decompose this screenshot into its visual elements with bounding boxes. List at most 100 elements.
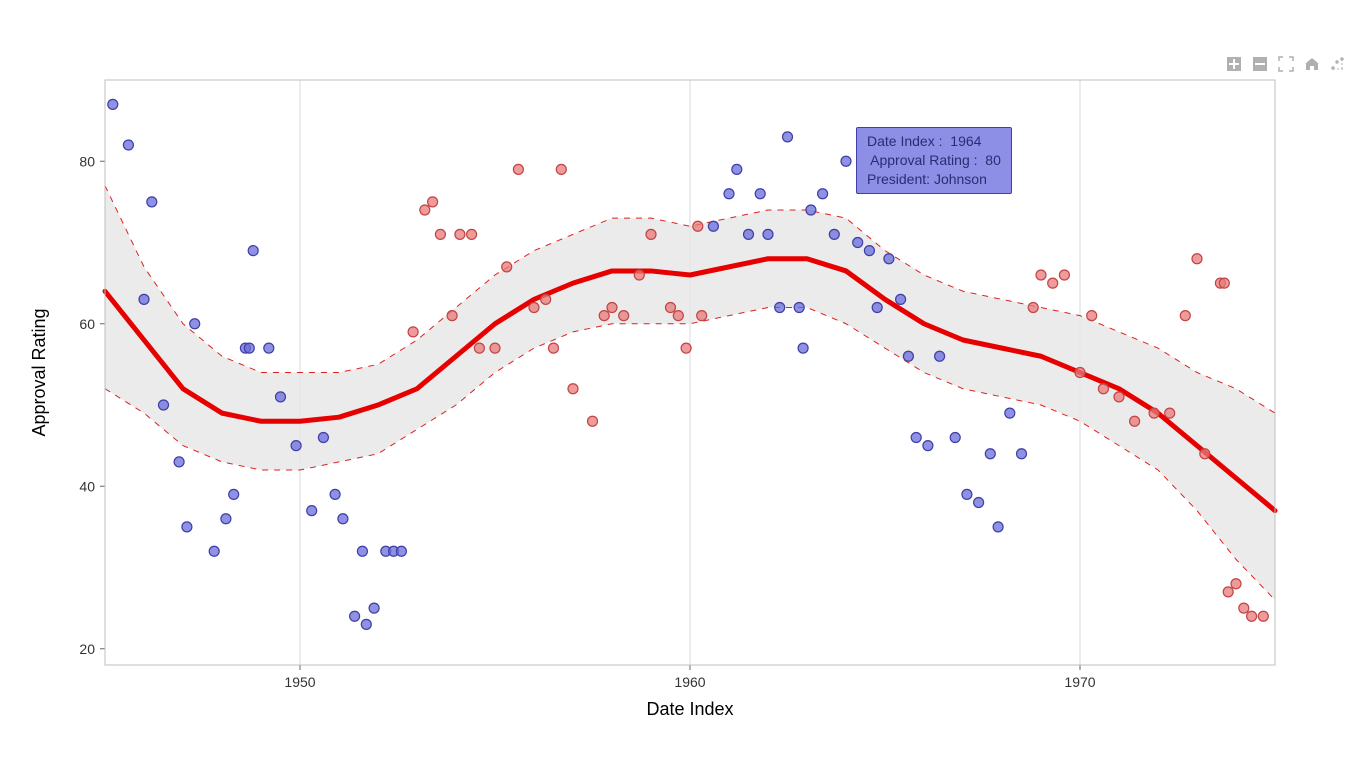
scatter-point[interactable] — [1149, 408, 1159, 418]
scatter-point[interactable] — [950, 433, 960, 443]
scatter-point[interactable] — [755, 189, 765, 199]
scatter-point[interactable] — [513, 164, 523, 174]
scatter-point[interactable] — [1048, 278, 1058, 288]
zoom-out-button[interactable] — [1250, 55, 1270, 73]
scatter-point[interactable] — [248, 246, 258, 256]
scatter-point[interactable] — [829, 229, 839, 239]
scatter-point[interactable] — [1075, 368, 1085, 378]
scatter-point[interactable] — [962, 489, 972, 499]
scatter-point[interactable] — [1087, 311, 1097, 321]
scatter-point[interactable] — [911, 433, 921, 443]
scatter-point[interactable] — [841, 156, 851, 166]
scatter-point[interactable] — [221, 514, 231, 524]
scatter-point[interactable] — [985, 449, 995, 459]
scatter-point[interactable] — [619, 311, 629, 321]
scatter-point[interactable] — [903, 351, 913, 361]
scatter-point[interactable] — [264, 343, 274, 353]
scatter-point[interactable] — [872, 303, 882, 313]
scatter-point[interactable] — [1247, 611, 1257, 621]
scatter-point[interactable] — [428, 197, 438, 207]
scatter-point[interactable] — [357, 546, 367, 556]
scatter-point[interactable] — [896, 294, 906, 304]
scatter-point[interactable] — [229, 489, 239, 499]
chart-svg[interactable]: 19501960197020406080Date IndexApproval R… — [0, 0, 1366, 768]
scatter-point[interactable] — [1036, 270, 1046, 280]
scatter-point[interactable] — [455, 229, 465, 239]
scatter-point[interactable] — [474, 343, 484, 353]
scatter-point[interactable] — [338, 514, 348, 524]
scatter-point[interactable] — [1005, 408, 1015, 418]
autoscale-button[interactable] — [1276, 55, 1296, 73]
scatter-point[interactable] — [806, 205, 816, 215]
scatter-point[interactable] — [1231, 579, 1241, 589]
toggle-spike-lines-button[interactable] — [1328, 55, 1348, 73]
scatter-point[interactable] — [923, 441, 933, 451]
scatter-point[interactable] — [490, 343, 500, 353]
reset-axes-button[interactable] — [1302, 55, 1322, 73]
scatter-point[interactable] — [556, 164, 566, 174]
scatter-point[interactable] — [467, 229, 477, 239]
scatter-point[interactable] — [763, 229, 773, 239]
scatter-point[interactable] — [974, 498, 984, 508]
scatter-point[interactable] — [724, 189, 734, 199]
scatter-point[interactable] — [190, 319, 200, 329]
scatter-point[interactable] — [783, 132, 793, 142]
scatter-point[interactable] — [1098, 384, 1108, 394]
scatter-point[interactable] — [291, 441, 301, 451]
scatter-point[interactable] — [182, 522, 192, 532]
scatter-point[interactable] — [1219, 278, 1229, 288]
scatter-point[interactable] — [1130, 416, 1140, 426]
scatter-point[interactable] — [708, 221, 718, 231]
scatter-point[interactable] — [447, 311, 457, 321]
scatter-point[interactable] — [884, 254, 894, 264]
scatter-point[interactable] — [607, 303, 617, 313]
scatter-point[interactable] — [541, 294, 551, 304]
scatter-point[interactable] — [147, 197, 157, 207]
scatter-point[interactable] — [588, 416, 598, 426]
scatter-point[interactable] — [798, 343, 808, 353]
scatter-point[interactable] — [318, 433, 328, 443]
scatter-point[interactable] — [1059, 270, 1069, 280]
scatter-point[interactable] — [599, 311, 609, 321]
scatter-point[interactable] — [568, 384, 578, 394]
scatter-point[interactable] — [935, 351, 945, 361]
scatter-point[interactable] — [307, 506, 317, 516]
scatter-point[interactable] — [330, 489, 340, 499]
scatter-point[interactable] — [1200, 449, 1210, 459]
scatter-point[interactable] — [159, 400, 169, 410]
scatter-point[interactable] — [435, 229, 445, 239]
scatter-point[interactable] — [209, 546, 219, 556]
scatter-point[interactable] — [673, 311, 683, 321]
scatter-point[interactable] — [853, 238, 863, 248]
scatter-point[interactable] — [396, 546, 406, 556]
scatter-point[interactable] — [408, 327, 418, 337]
scatter-point[interactable] — [697, 311, 707, 321]
scatter-point[interactable] — [369, 603, 379, 613]
scatter-point[interactable] — [1180, 311, 1190, 321]
scatter-point[interactable] — [1223, 587, 1233, 597]
scatter-point[interactable] — [502, 262, 512, 272]
scatter-point[interactable] — [1165, 408, 1175, 418]
scatter-point[interactable] — [681, 343, 691, 353]
scatter-point[interactable] — [123, 140, 133, 150]
scatter-point[interactable] — [864, 246, 874, 256]
scatter-point[interactable] — [1017, 449, 1027, 459]
zoom-in-button[interactable] — [1224, 55, 1244, 73]
scatter-point[interactable] — [634, 270, 644, 280]
scatter-point[interactable] — [693, 221, 703, 231]
scatter-point[interactable] — [276, 392, 286, 402]
scatter-point[interactable] — [1028, 303, 1038, 313]
scatter-point[interactable] — [794, 303, 804, 313]
scatter-point[interactable] — [1192, 254, 1202, 264]
scatter-point[interactable] — [744, 229, 754, 239]
scatter-point[interactable] — [1258, 611, 1268, 621]
scatter-point[interactable] — [1239, 603, 1249, 613]
scatter-point[interactable] — [646, 229, 656, 239]
scatter-point[interactable] — [244, 343, 254, 353]
scatter-point[interactable] — [818, 189, 828, 199]
scatter-point[interactable] — [549, 343, 559, 353]
scatter-point[interactable] — [666, 303, 676, 313]
scatter-point[interactable] — [1114, 392, 1124, 402]
scatter-point[interactable] — [420, 205, 430, 215]
scatter-point[interactable] — [108, 99, 118, 109]
